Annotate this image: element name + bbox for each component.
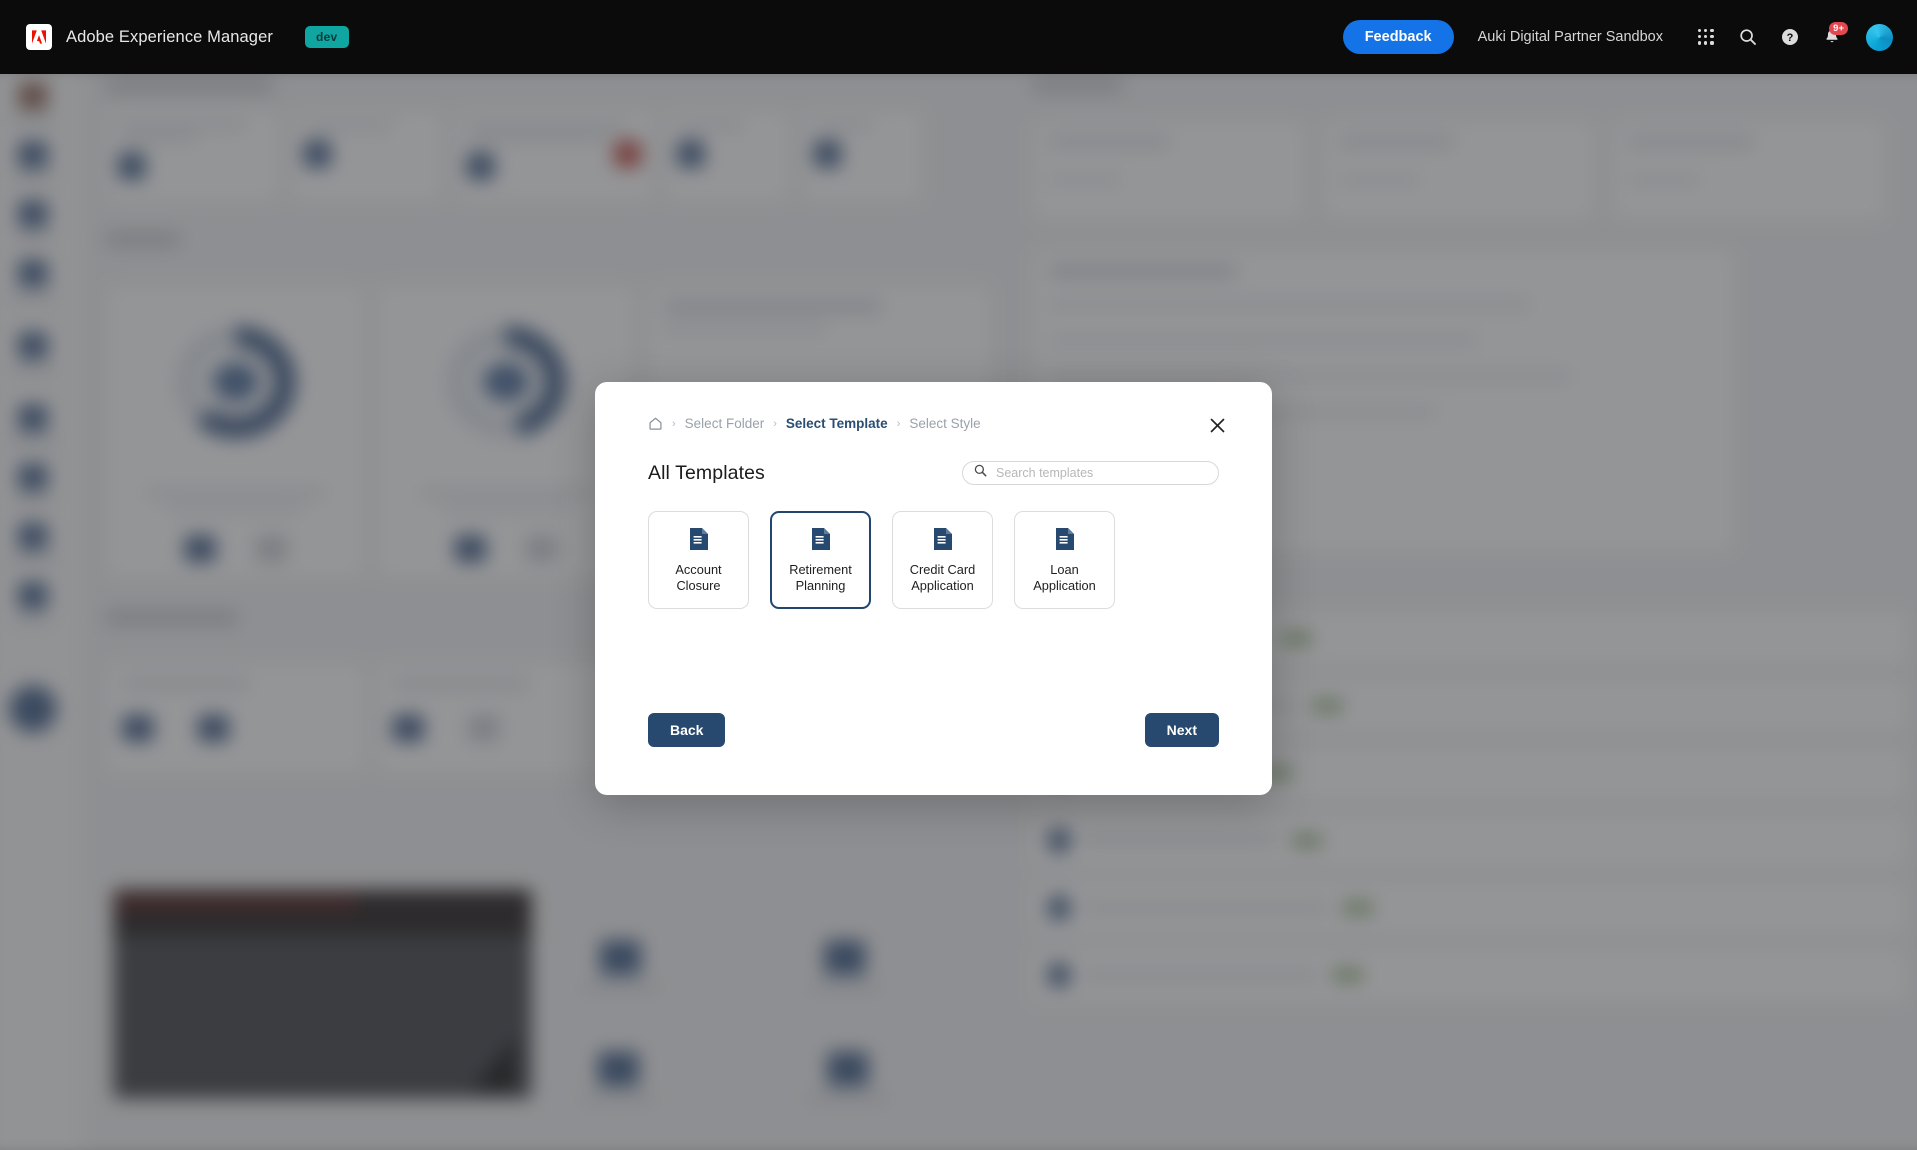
search-icon (974, 464, 987, 482)
user-avatar[interactable] (1866, 23, 1893, 51)
breadcrumb-item-select-style[interactable]: Select Style (909, 416, 980, 431)
breadcrumb-item-select-folder[interactable]: Select Folder (685, 416, 765, 431)
template-card-retirement-planning[interactable]: Retirement Planning (770, 511, 871, 609)
template-card-loan-application[interactable]: Loan Application (1014, 511, 1115, 609)
template-card-label: Account Closure (675, 562, 722, 593)
template-card-account-closure[interactable]: Account Closure (648, 511, 749, 609)
select-template-dialog: › Select Folder › Select Template › Sele… (595, 382, 1272, 795)
search-icon[interactable] (1727, 16, 1769, 58)
help-circle-icon[interactable]: ? (1769, 16, 1811, 58)
templates-header-row: All Templates (595, 431, 1272, 485)
breadcrumb-item-select-template[interactable]: Select Template (786, 416, 888, 431)
notification-badge: 9+ (1829, 22, 1848, 36)
document-icon (933, 527, 953, 551)
template-card-label: Loan Application (1033, 562, 1096, 593)
document-icon (689, 527, 709, 551)
brand-block: Adobe Experience Manager dev (26, 24, 349, 50)
brand-name: Adobe Experience Manager (66, 27, 273, 46)
close-icon[interactable] (1203, 411, 1231, 439)
apps-grid-icon[interactable] (1685, 16, 1727, 58)
svg-text:?: ? (1787, 32, 1794, 44)
bell-icon[interactable]: 9+ (1811, 16, 1853, 58)
adobe-logo-icon (26, 24, 52, 50)
breadcrumb: › Select Folder › Select Template › Sele… (595, 382, 1272, 431)
document-icon (811, 527, 831, 551)
breadcrumb-separator-2: › (773, 417, 777, 430)
dialog-footer: Back Next (595, 713, 1272, 795)
top-navigation-bar: Adobe Experience Manager dev Feedback Au… (0, 0, 1917, 74)
template-card-label: Retirement Planning (789, 562, 852, 593)
template-card-label: Credit Card Application (909, 562, 976, 593)
breadcrumb-separator-1: › (672, 417, 676, 430)
feedback-button[interactable]: Feedback (1342, 20, 1454, 54)
breadcrumb-separator-3: › (896, 417, 901, 430)
top-bar-actions: Feedback Auki Digital Partner Sandbox ? (1342, 16, 1893, 58)
back-button[interactable]: Back (648, 713, 726, 747)
template-card-credit-card-application[interactable]: Credit Card Application (892, 511, 993, 609)
environment-chip: dev (304, 26, 349, 48)
search-templates-field[interactable] (962, 461, 1219, 485)
page-title: All Templates (648, 461, 765, 484)
next-button[interactable]: Next (1144, 713, 1219, 747)
organization-name[interactable]: Auki Digital Partner Sandbox (1478, 29, 1663, 45)
search-input[interactable] (996, 466, 1207, 480)
home-icon[interactable] (648, 416, 663, 431)
template-card-list: Account Closure Retirement Planning Cred… (595, 485, 1272, 609)
document-icon (1055, 527, 1075, 551)
